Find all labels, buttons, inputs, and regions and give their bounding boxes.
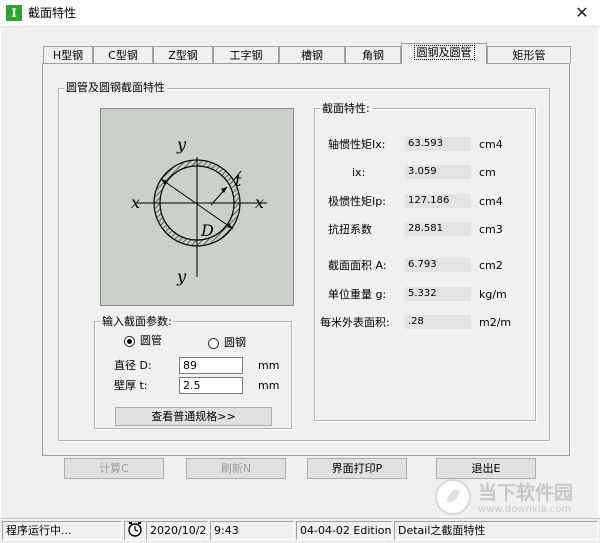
tab-i-beam[interactable]: 工字钢	[213, 46, 279, 63]
prop-label-ix-moment: 轴惯性矩Ix:	[328, 138, 386, 151]
diameter-input[interactable]: 89	[179, 357, 243, 374]
prop-label-area: 截面面积 A:	[328, 259, 387, 272]
prop-label-weight: 单位重量 g:	[328, 288, 387, 301]
axis-y-bottom-label: y	[177, 267, 187, 286]
axis-x-left-label: x	[131, 193, 141, 212]
round-tube-drawing	[137, 157, 267, 277]
prop-label-torsion: 抗扭系数	[328, 223, 372, 236]
watermark-url: www.downxia.com	[478, 504, 572, 515]
prop-unit-weight: kg/m	[479, 288, 507, 301]
thickness-t-label: t	[235, 171, 242, 190]
prop-value-area: 6.793	[405, 258, 471, 272]
thickness-input[interactable]: 2.5	[179, 377, 243, 394]
prop-unit-ip: cm4	[479, 195, 503, 208]
radio-tube-label: 圆管	[140, 334, 162, 347]
close-button[interactable]: ✕	[566, 1, 598, 25]
status-detail: Detail之截面特性	[394, 521, 598, 540]
prop-value-ix-radius: 3.059	[405, 165, 471, 179]
radio-rod-label: 圆钢	[224, 336, 246, 349]
status-date: 2020/10/28	[146, 521, 208, 540]
watermark: 当下软件园 www.downxia.com	[434, 476, 594, 520]
prop-label-ip: 极惯性矩Ip:	[328, 195, 386, 208]
prop-unit-area: cm2	[479, 259, 503, 272]
watermark-logo-icon	[435, 479, 471, 515]
title-bar	[0, 0, 600, 27]
diameter-label: 直径 D:	[114, 359, 152, 372]
print-button[interactable]: 界面打印P	[307, 458, 407, 479]
tab-label: 矩形管	[512, 49, 546, 62]
tab-label: 角钢	[362, 49, 384, 62]
prop-value-torsion: 28.581	[405, 222, 471, 236]
prop-value-ip: 127.186	[405, 194, 471, 208]
tab-label: H型钢	[52, 49, 84, 62]
status-text: 程序运行中...	[2, 521, 122, 540]
refresh-button[interactable]: 刷新N	[186, 458, 286, 479]
tab-label: 圆钢及圆管	[413, 45, 475, 60]
prop-value-ix-moment: 63.593	[405, 137, 471, 151]
window-title: 截面特性	[28, 6, 77, 20]
prop-unit-torsion: cm3	[479, 223, 503, 236]
diameter-d-label: D	[201, 221, 214, 240]
watermark-text: 当下软件园	[478, 482, 574, 504]
tab-label: 槽钢	[301, 49, 323, 62]
prop-unit-ix-radius: cm	[479, 166, 496, 179]
status-edition: 04-04-02 Edition	[296, 521, 392, 540]
prop-label-surface: 每米外表面积:	[320, 316, 390, 329]
calc-button[interactable]: 计算C	[64, 458, 164, 479]
tab-label: Z型钢	[168, 49, 198, 62]
thickness-label: 壁厚 t:	[114, 379, 148, 392]
props-group-title: 截面特性:	[320, 102, 372, 115]
axis-x-right-label: x	[255, 193, 265, 212]
tab-label: 工字钢	[229, 49, 263, 62]
thickness-unit: mm	[258, 379, 280, 392]
tab-label: C型钢	[108, 49, 138, 62]
status-time: 9:43	[210, 521, 294, 540]
prop-label-ix-radius: ix:	[352, 166, 366, 179]
view-spec-button[interactable]: 查看普通规格>>	[115, 407, 272, 426]
section-diagram: y y x x t D	[100, 108, 294, 306]
axis-y-top-label: y	[177, 135, 187, 154]
section-group-title: 圆管及圆钢截面特性	[64, 81, 167, 94]
prop-value-weight: 5.332	[405, 287, 471, 301]
tab-channel[interactable]: 槽钢	[279, 46, 345, 63]
app-icon: I	[6, 5, 22, 21]
status-clock	[124, 521, 146, 540]
clock-icon	[128, 522, 142, 537]
prop-unit-ix-moment: cm4	[479, 138, 503, 151]
radio-tube[interactable]	[124, 336, 135, 347]
radio-rod[interactable]	[208, 338, 219, 349]
tab-round-tube[interactable]: 圆钢及圆管	[401, 43, 487, 64]
input-group-title: 输入截面参数:	[100, 315, 174, 328]
tab-angle[interactable]: 角钢	[345, 46, 401, 63]
tab-c-steel[interactable]: C型钢	[93, 46, 153, 63]
tab-z-steel[interactable]: Z型钢	[153, 46, 213, 63]
tab-h-steel[interactable]: H型钢	[43, 46, 93, 63]
diameter-unit: mm	[258, 359, 280, 372]
prop-value-surface: .28	[405, 315, 471, 329]
tab-rect-tube[interactable]: 矩形管	[487, 46, 571, 63]
prop-unit-surface: m2/m	[479, 316, 512, 329]
